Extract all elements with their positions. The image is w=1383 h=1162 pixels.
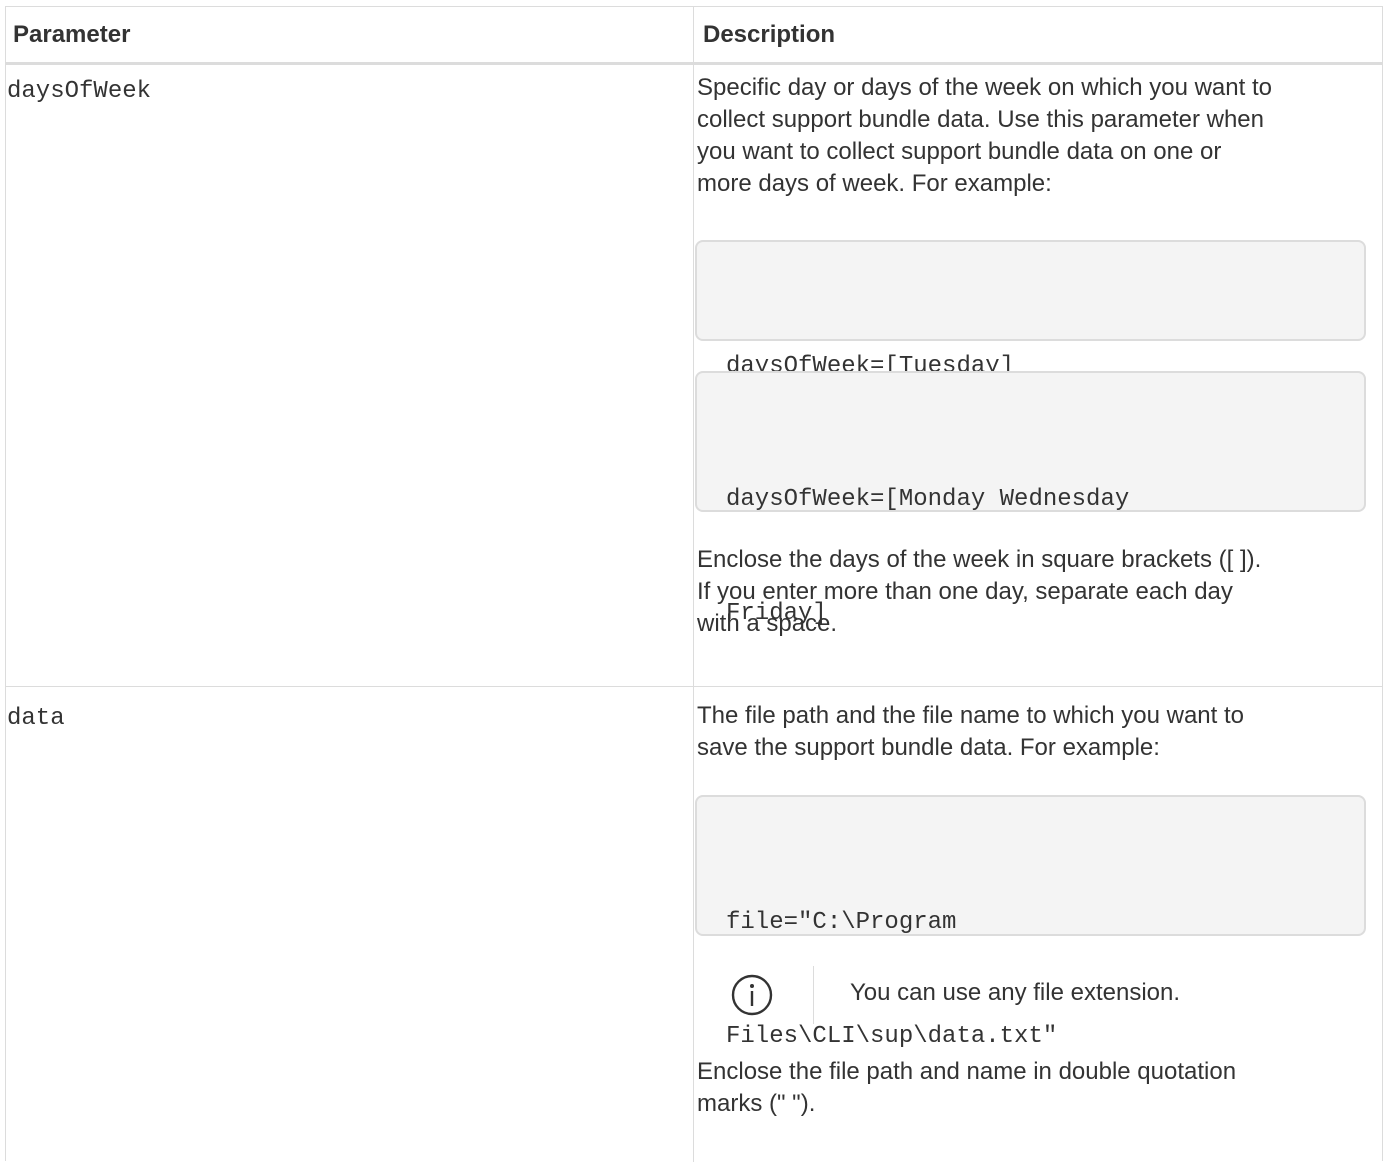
code-line: daysOfWeek=[Monday Wednesday (726, 486, 1130, 513)
param-description-after: Enclose the file path and name in double… (697, 1056, 1373, 1120)
header-description: Description (703, 20, 836, 48)
description-line: The file path and the file name to which… (697, 702, 1244, 729)
param-name: data (7, 705, 65, 732)
description-line: Enclose the days of the week in square b… (697, 546, 1262, 573)
description-line: save the support bundle data. For exampl… (697, 734, 1160, 761)
code-line: Files\CLI\sup\data.txt" (726, 1023, 1058, 1050)
note-text: You can use any file extension. (850, 979, 1181, 1006)
description-line: with a space. (697, 610, 838, 637)
param-description: The file path and the file name to which… (697, 700, 1373, 764)
description-line: marks (" "). (697, 1090, 816, 1117)
param-description-after: Enclose the days of the week in square b… (697, 544, 1373, 640)
code-block: file="C:\Program Files\CLI\sup\data.txt" (695, 795, 1366, 1050)
param-description: Specific day or days of the week on whic… (697, 72, 1373, 200)
header-parameter: Parameter (13, 20, 131, 48)
note-divider (813, 966, 814, 1024)
description-line: collect support bundle data. Use this pa… (697, 106, 1264, 133)
table-header: Parameter Description (6, 7, 1382, 65)
description-line: Enclose the file path and name in double… (697, 1058, 1237, 1085)
description-line: more days of week. For example: (697, 170, 1052, 197)
code-block: daysOfWeek=[Tuesday] (695, 240, 1366, 380)
description-line: you want to collect support bundle data … (697, 138, 1222, 165)
info-icon (731, 974, 773, 1016)
description-line: Specific day or days of the week on whic… (697, 74, 1272, 101)
code-line: file="C:\Program (726, 909, 957, 936)
code-block: daysOfWeek=[Monday Wednesday Friday] (695, 371, 1366, 627)
param-name: daysOfWeek (7, 78, 152, 105)
description-line: If you enter more than one day, separate… (697, 578, 1233, 605)
